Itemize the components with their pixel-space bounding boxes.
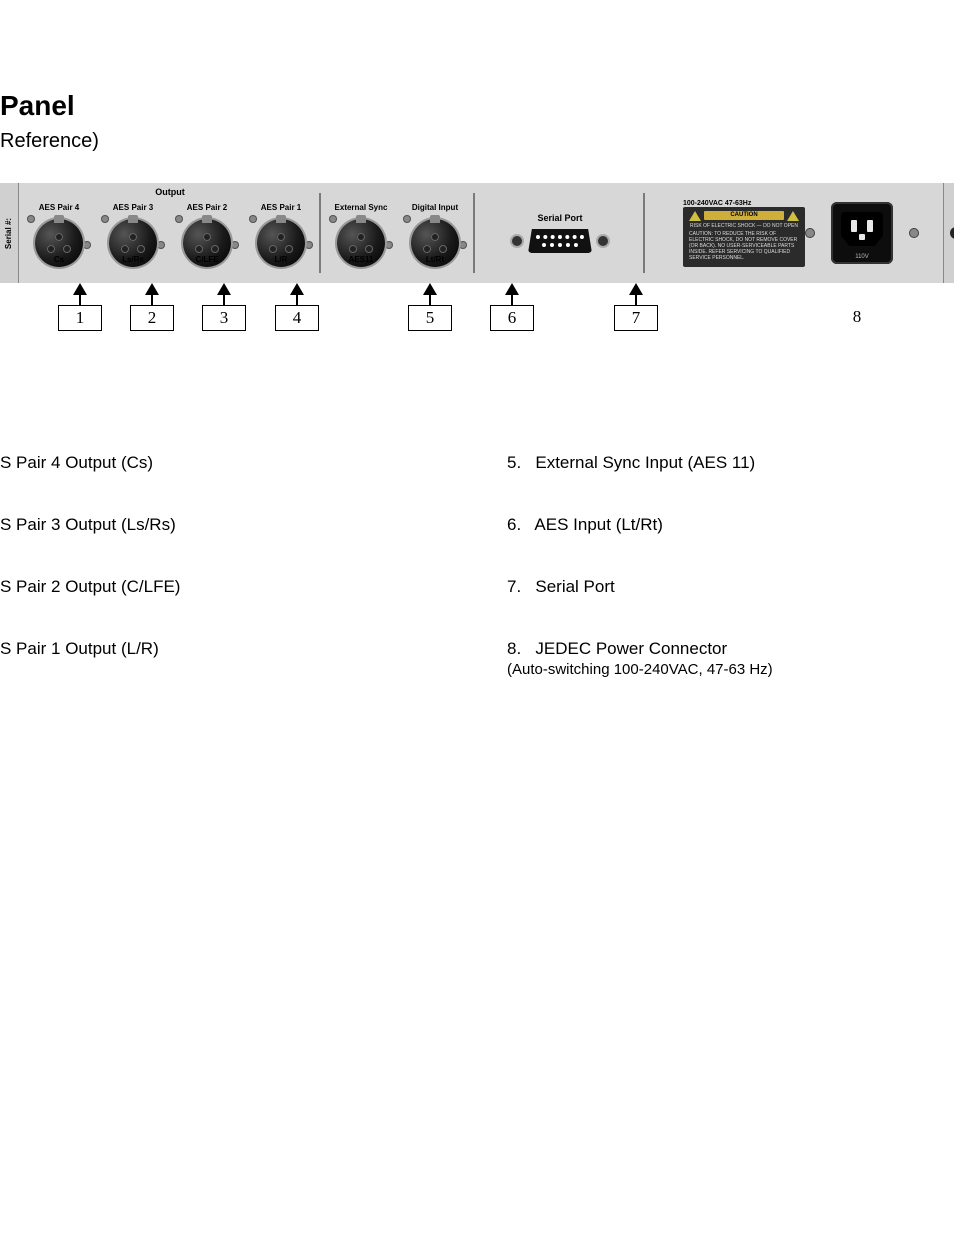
screw-icon: [909, 228, 919, 238]
digital-input: Digital Input Lt/Rt: [405, 199, 465, 267]
aes-pair-1-output: AES Pair 1 L/R: [251, 199, 311, 267]
callout-6: 6: [490, 283, 534, 331]
serial-port: Serial Port: [485, 213, 635, 253]
output-group: Output AES Pair 4 Cs AES Pair 3: [19, 183, 321, 283]
legend-right-column: 5. External Sync Input (AES 11) 6. AES I…: [507, 453, 954, 678]
screw-icon: [249, 215, 257, 223]
power-info-block: 100-240VAC 47-63Hz CAUTION RISK OF ELECT…: [683, 200, 805, 267]
dsub-connector-icon: [512, 229, 608, 253]
external-sync-input: External Sync AES11: [331, 199, 391, 267]
output-group-title: Output: [155, 187, 185, 197]
caution-label: CAUTION RISK OF ELECTRIC SHOCK — DO NOT …: [683, 207, 805, 267]
serial-number-edge: Serial #:: [0, 183, 19, 283]
arrow-up-icon: [290, 283, 304, 295]
aes-pair-4-output: AES Pair 4 Cs: [29, 199, 89, 267]
legend-item: S Pair 4 Output (Cs): [0, 453, 447, 473]
serial-port-group: Serial Port: [475, 183, 645, 283]
callout-3: 3: [202, 283, 246, 331]
iec-power-connector: 110V: [819, 198, 905, 268]
legend: S Pair 4 Output (Cs) S Pair 3 Output (Ls…: [0, 453, 954, 678]
legend-item: S Pair 1 Output (L/R): [0, 639, 447, 659]
caution-subtitle: RISK OF ELECTRIC SHOCK — DO NOT OPEN: [689, 223, 799, 229]
screw-icon: [512, 236, 522, 246]
screw-icon: [27, 215, 35, 223]
callout-8: 8: [836, 283, 878, 329]
caution-body: CAUTION: TO REDUCE THE RISK OF ELECTRIC …: [689, 231, 799, 261]
warning-triangle-icon: [787, 211, 799, 221]
callout-5: 5: [408, 283, 452, 331]
arrow-up-icon: [423, 283, 437, 295]
screw-icon: [305, 241, 313, 249]
screw-icon: [329, 215, 337, 223]
screw-icon: [101, 215, 109, 223]
page-subtitle: Reference): [0, 130, 954, 153]
legend-item: 8. JEDEC Power Connector (Auto-switching…: [507, 639, 954, 678]
warning-triangle-icon: [689, 211, 701, 221]
aes-pair-3-output: AES Pair 3 Ls/Rs: [103, 199, 163, 267]
screw-icon: [459, 241, 467, 249]
iec-voltage-label: 110V: [831, 254, 893, 260]
legend-item: 7. Serial Port: [507, 577, 954, 597]
page-title: Panel: [0, 90, 954, 122]
serial-port-label: Serial Port: [537, 213, 582, 223]
legend-item: 6. AES Input (Lt/Rt): [507, 515, 954, 535]
callout-4: 4: [275, 283, 319, 331]
callout-2: 2: [130, 283, 174, 331]
caution-word: CAUTION: [704, 211, 784, 220]
screw-icon: [805, 228, 815, 238]
arrow-up-icon: [217, 283, 231, 295]
power-group: 100-240VAC 47-63Hz CAUTION RISK OF ELECT…: [645, 183, 943, 283]
arrow-up-icon: [505, 283, 519, 295]
sync-input-group: External Sync AES11 Digital Input Lt/: [321, 183, 475, 283]
power-spec-label: 100-240VAC 47-63Hz: [683, 200, 805, 207]
callout-7: 7: [614, 283, 658, 331]
callout-1: 1: [58, 283, 102, 331]
legend-item: S Pair 2 Output (C/LFE): [0, 577, 447, 597]
aes-pair-2-output: AES Pair 2 C/LFE: [177, 199, 237, 267]
screw-icon: [157, 241, 165, 249]
arrow-up-icon: [629, 283, 643, 295]
screw-icon: [231, 241, 239, 249]
figure-callouts: 1 2 3 4 5 6 7: [0, 283, 954, 343]
arrow-up-icon: [73, 283, 87, 295]
iec-socket-icon: 110V: [831, 202, 893, 264]
legend-left-column: S Pair 4 Output (Cs) S Pair 3 Output (Ls…: [0, 453, 447, 678]
arrow-up-icon: [145, 283, 159, 295]
screw-icon: [598, 236, 608, 246]
screw-icon: [175, 215, 183, 223]
legend-item: S Pair 3 Output (Ls/Rs): [0, 515, 447, 535]
rear-panel-figure: Serial #: Output AES Pair 4 Cs AES Pair …: [0, 183, 954, 343]
screw-icon: [403, 215, 411, 223]
serial-number-label: Serial #:: [5, 217, 14, 248]
legend-item: 5. External Sync Input (AES 11): [507, 453, 954, 473]
legend-item-note: (Auto-switching 100-240VAC, 47-63 Hz): [507, 661, 954, 678]
screw-icon: [385, 241, 393, 249]
screw-icon: [83, 241, 91, 249]
